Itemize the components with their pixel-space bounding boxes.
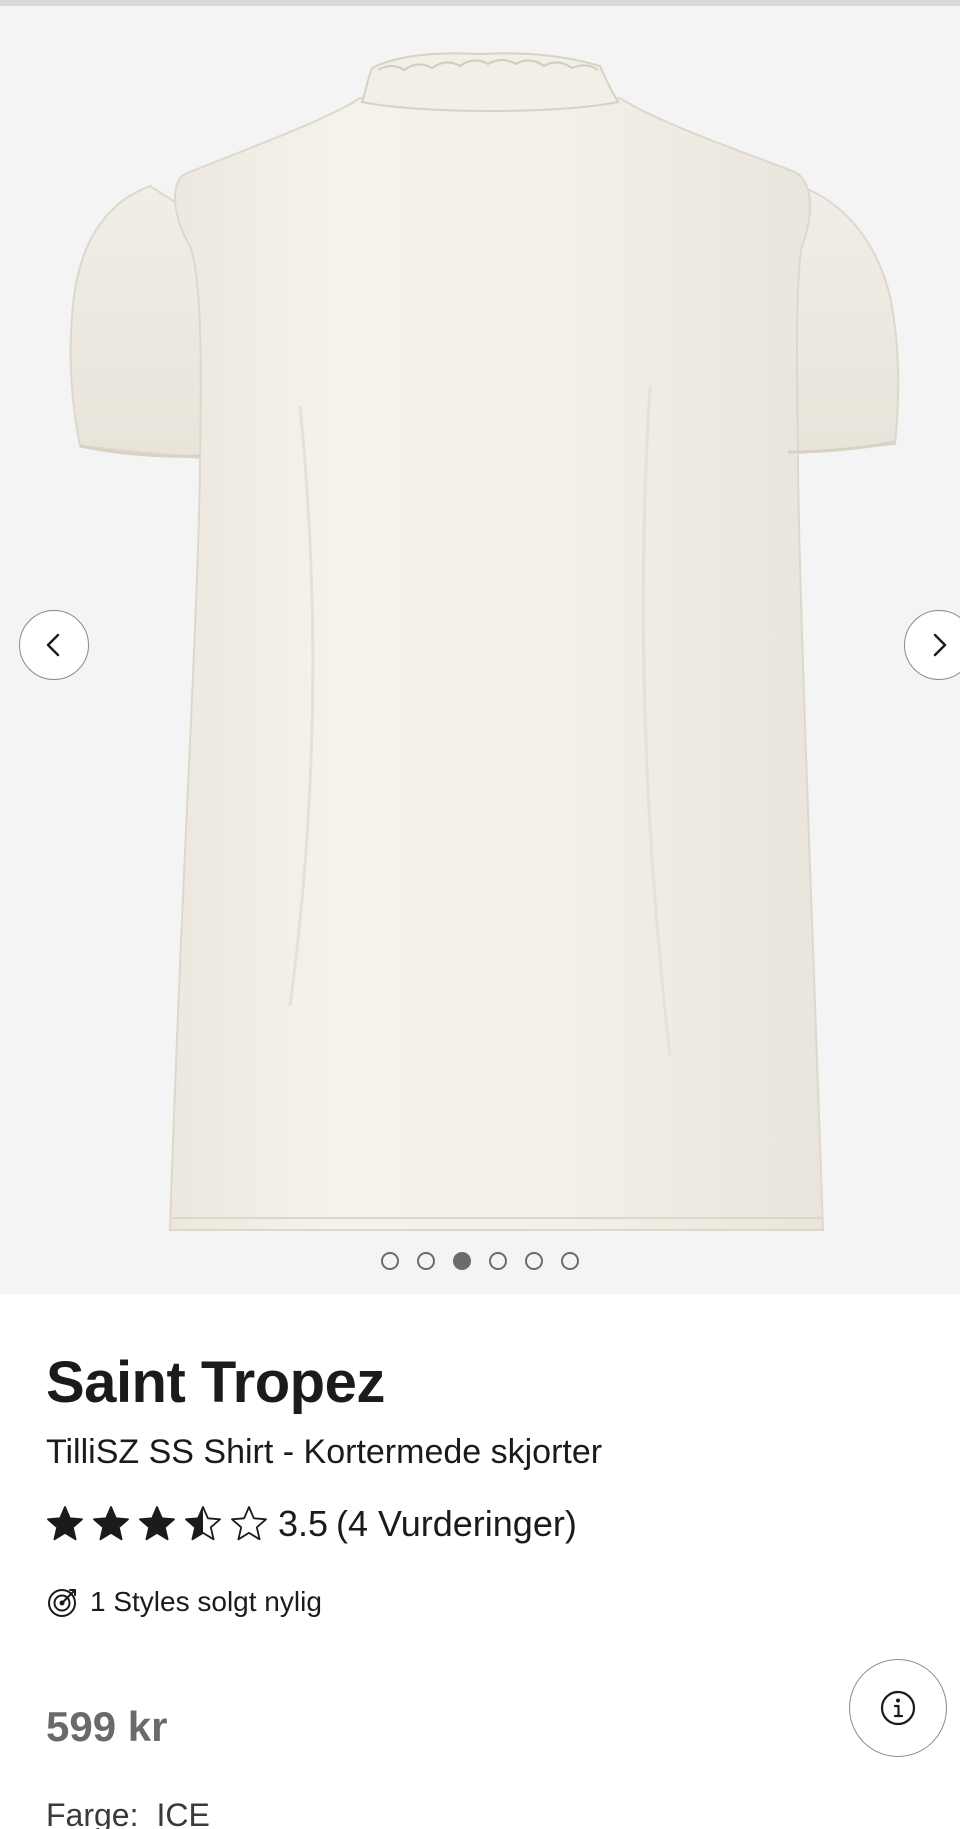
info-icon: [880, 1690, 916, 1726]
price-info-button[interactable]: [849, 1659, 947, 1757]
recent-sales-text: 1 Styles solgt nylig: [90, 1586, 322, 1617]
product-title: TilliSZ SS Shirt - Kortermede skjorter: [46, 1433, 603, 1471]
star-full-icon: [139, 1506, 175, 1541]
rating-summary: 3.5 (4 Vurderinger): [278, 1506, 577, 1542]
previous-image-button[interactable]: [19, 610, 89, 680]
rating-row[interactable]: 3.5 (4 Vurderinger): [46, 1499, 577, 1549]
pagination-dot[interactable]: [525, 1252, 543, 1270]
product-image-gallery[interactable]: [0, 6, 960, 1294]
brand-name[interactable]: Saint Tropez: [46, 1354, 385, 1412]
pagination-dot[interactable]: [381, 1252, 399, 1270]
product-image: [69, 52, 900, 1231]
product-page: Saint Tropez TilliSZ SS Shirt - Korterme…: [0, 0, 960, 1829]
pagination-dot[interactable]: [417, 1252, 435, 1270]
star-half-icon: [185, 1506, 221, 1541]
star-empty-icon: [231, 1506, 267, 1541]
star-full-icon: [47, 1506, 83, 1541]
star-full-icon: [93, 1506, 129, 1541]
color-label: Farge:: [46, 1797, 139, 1829]
color-value: ICE: [156, 1797, 210, 1829]
pagination-dot[interactable]: [489, 1252, 507, 1270]
pagination-dot[interactable]: [561, 1252, 579, 1270]
color-row: Farge: ICE: [46, 1799, 210, 1829]
pagination-dot[interactable]: [453, 1252, 471, 1270]
rating-stars: [46, 1505, 268, 1543]
review-count: (4 Vurderinger): [336, 1503, 577, 1544]
target-icon: [48, 1589, 76, 1617]
recent-sales: 1 Styles solgt nylig: [46, 1582, 322, 1622]
rating-value: 3.5: [278, 1503, 329, 1544]
price: 599 kr: [46, 1703, 168, 1750]
chevron-left-icon: [46, 633, 60, 657]
chevron-right-icon: [933, 633, 947, 657]
image-pagination: [0, 1252, 960, 1270]
